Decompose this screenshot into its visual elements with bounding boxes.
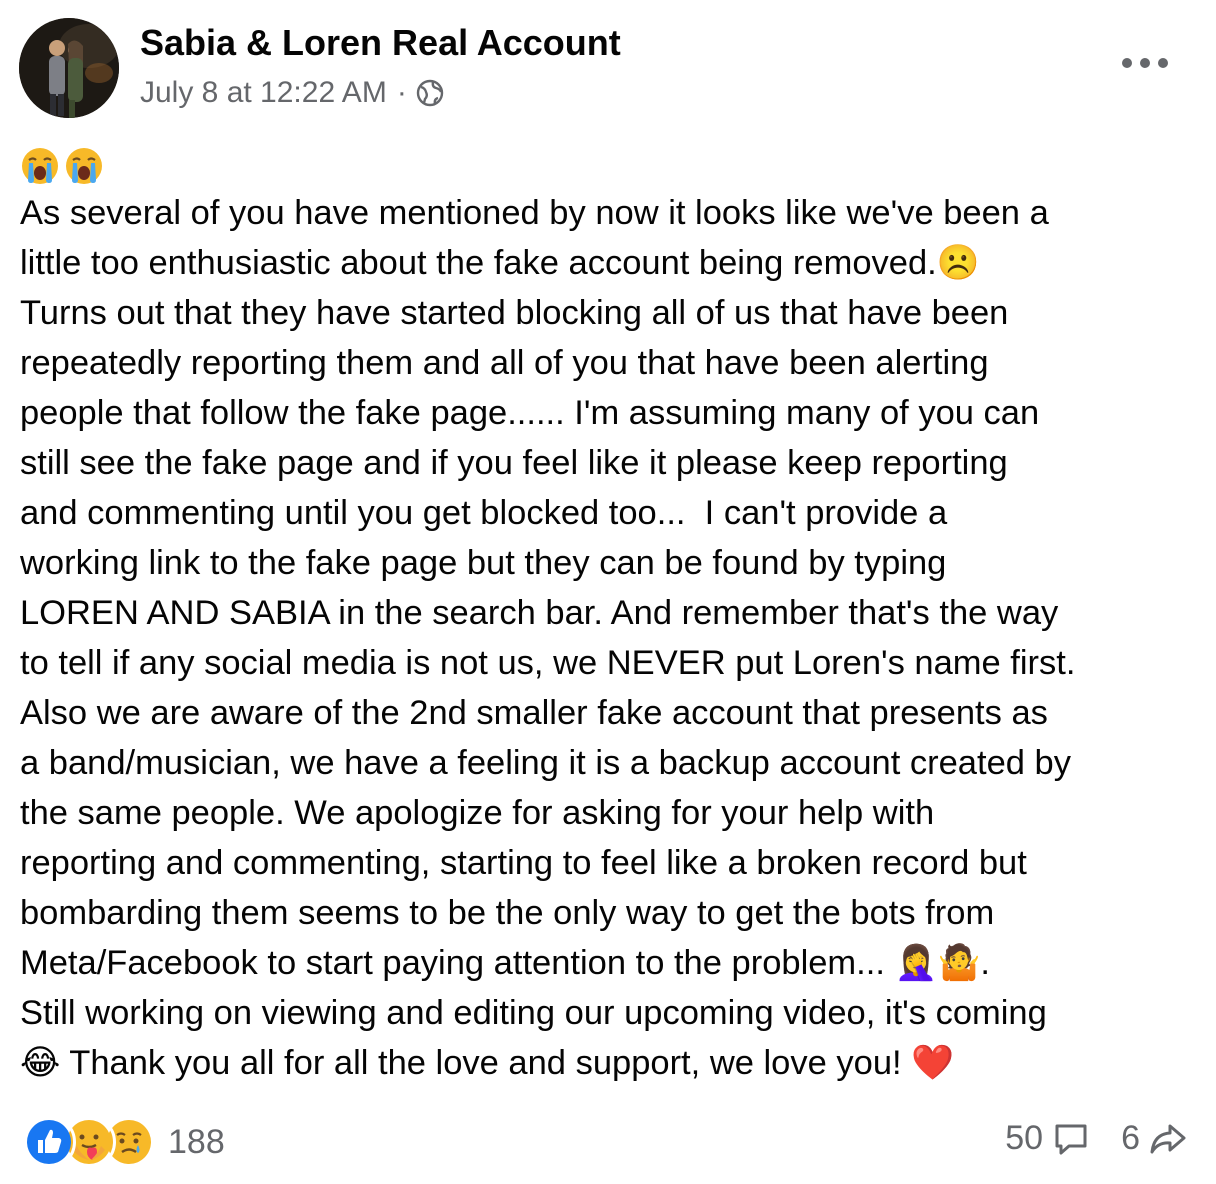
globe-icon[interactable] (415, 78, 445, 108)
post-text-line: to tell if any social media is not us, w… (20, 644, 1076, 682)
post-text-line: still see the fake page and if you feel … (20, 444, 1008, 482)
more-options-icon[interactable] (1122, 52, 1168, 74)
post-text-line: reporting and commenting, starting to fe… (20, 844, 1027, 882)
share-count: 6 (1121, 1118, 1140, 1157)
more-dot (1122, 58, 1132, 68)
shares-link[interactable]: 6 (1121, 1118, 1188, 1158)
more-dot (1158, 58, 1168, 68)
post-text-line: the same people. We apologize for asking… (20, 794, 935, 832)
meta-separator: · (396, 76, 407, 109)
post-text-line: LOREN AND SABIA in the search bar. And r… (20, 594, 1059, 632)
post-text-line: Still working on viewing and editing our… (20, 994, 1047, 1032)
post-timestamp[interactable]: July 8 at 12:22 AM (140, 76, 387, 110)
reaction-count: 188 (168, 1122, 225, 1161)
author-name[interactable]: Sabia & Loren Real Account (140, 22, 621, 64)
comments-link[interactable]: 50 (1005, 1118, 1091, 1158)
comment-count: 50 (1005, 1118, 1044, 1157)
post-text-line: little too enthusiastic about the fake a… (20, 244, 980, 282)
post-text-line: working link to the fake page but they c… (20, 544, 947, 582)
more-dot (1140, 58, 1150, 68)
post-text-line: and commenting until you get blocked too… (20, 494, 948, 532)
comment-icon (1055, 1124, 1087, 1155)
post-text-line: Also we are aware of the 2nd smaller fak… (20, 694, 1048, 732)
post-text-line: As several of you have mentioned by now … (20, 194, 1049, 232)
leading-emoji-row (20, 146, 104, 191)
post-meta: July 8 at 12:22 AM · (140, 76, 445, 110)
post-text-line: 😂 Thank you all for all the love and sup… (20, 1044, 955, 1082)
post-text-line: Turns out that they have started blockin… (20, 294, 1009, 332)
post-text-line: bombarding them seems to be the only way… (20, 894, 995, 932)
crying-face-icon (20, 146, 60, 191)
reactions-summary[interactable]: 188 (22, 1115, 225, 1169)
author-avatar[interactable] (19, 18, 119, 118)
post-text-line: repeatedly reporting them and all of you… (20, 344, 989, 382)
like-icon (22, 1115, 76, 1169)
share-icon (1150, 1124, 1186, 1154)
post-text-line: Meta/Facebook to start paying attention … (20, 944, 990, 982)
engagement-stats: 50 6 (1005, 1118, 1188, 1158)
crying-face-icon (64, 146, 104, 191)
post-text-line: people that follow the fake page...... I… (20, 394, 1040, 432)
facebook-post: Sabia & Loren Real Account July 8 at 12:… (0, 0, 1216, 1184)
post-text-line: a band/musician, we have a feeling it is… (20, 744, 1071, 782)
post-body: As several of you have mentioned by now … (20, 188, 1200, 1088)
